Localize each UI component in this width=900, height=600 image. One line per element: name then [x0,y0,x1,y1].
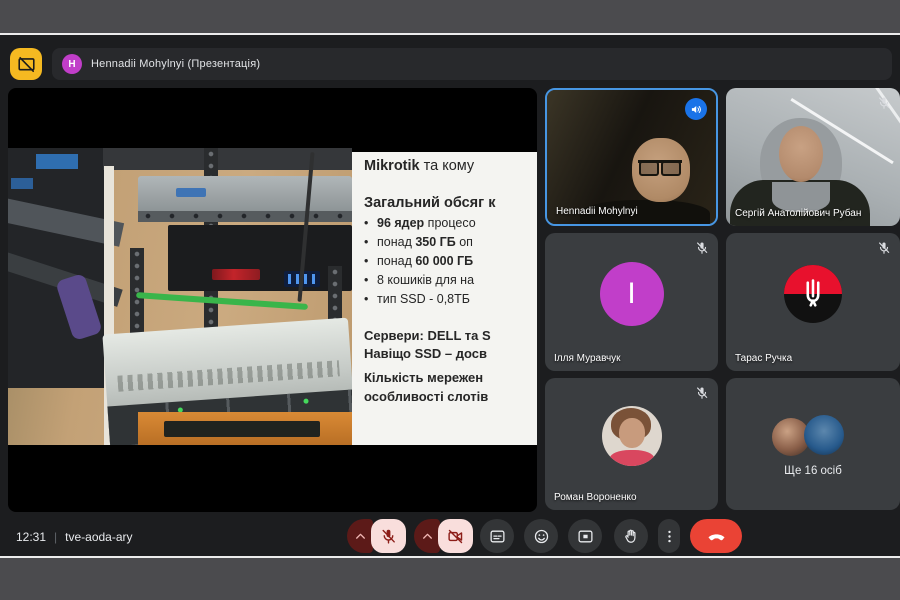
mic-options-button[interactable] [347,519,373,553]
rack-dark-equipment [8,148,125,388]
slide-bullet: • понад 350 ГБ оп [364,235,473,249]
avatar [601,406,662,467]
reactions-icon [534,529,548,543]
mic-off-icon [697,386,708,399]
presentation-paused-icon [17,56,35,72]
raise-hand-button[interactable] [614,519,648,553]
more-options-icon [667,530,671,542]
avatar-letter: I [627,276,636,310]
webcam-video [726,88,900,226]
slide-content: Mikrotik та кому Загальний обсяг к • 96 я… [352,152,537,445]
meet-app: H Hennadii Mohylnyi (Презентація) Mikrot… [0,0,900,600]
participant-name: Роман Вороненко [554,492,637,503]
avatar [804,414,844,455]
slide-footer-line: особливості слотів [364,389,489,404]
chevron-up-icon [422,533,432,539]
speaker-on-icon [690,104,701,114]
dell-server [138,176,352,222]
slide-bullet: • тип SSD - 0,8ТБ [364,292,470,306]
present-screen-button[interactable] [568,519,602,553]
raise-hand-icon [624,529,636,543]
overflow-participants-tile[interactable]: Ще 16 осіб [726,378,900,510]
slide-bullet: • понад 60 000 ГБ [364,254,474,268]
mic-mute-button[interactable] [371,519,406,553]
mic-off-icon [879,241,890,254]
participant-tile[interactable]: I Ілля Муравчук [545,233,718,371]
meeting-code: tve-aoda-ary [65,530,133,544]
captions-icon [489,530,505,542]
reactions-button[interactable] [524,519,558,553]
presenter-banner: H Hennadii Mohylnyi (Презентація) [52,48,892,80]
mic-off-icon [382,528,395,544]
end-call-button[interactable] [690,519,742,553]
green-cable [136,292,308,310]
window-bottom-edge [0,556,900,558]
avatar [784,264,842,323]
orange-stand [138,412,352,445]
meet-window: H Hennadii Mohylnyi (Презентація) Mikrot… [0,35,900,556]
time-and-code: 12:31 | tve-aoda-ary [16,530,133,544]
slide-footer-line: Кількість мережен [364,370,484,385]
more-options-button[interactable] [658,519,680,553]
camera-options-button[interactable] [414,519,440,553]
chevron-up-icon [355,533,365,539]
presenter-avatar-letter: H [68,58,76,70]
slide-bullet: • 96 ядер процесо [364,216,476,230]
end-call-icon [707,533,725,540]
slide-footer-line: Навіщо SSD – досв [364,346,487,361]
participant-tile[interactable]: Роман Вороненко [545,378,718,510]
overflow-count-label: Ще 16 осіб [784,465,842,478]
mic-off-icon [697,241,708,254]
camera-off-icon [448,529,463,543]
slide-heading: Загальний обсяг к [364,195,496,211]
divider: | [54,530,58,544]
mic-off-icon [879,96,890,109]
participant-name: Сергій Анатолійович Рубан [735,208,862,219]
presentation-paused-button[interactable] [10,48,42,80]
participant-tile[interactable]: Сергій Анатолійович Рубан [726,88,900,226]
participant-name: Ілля Муравчук [554,353,621,364]
slide-bullet: • 8 кошиків для на [364,273,475,287]
presenter-avatar: H [62,54,82,74]
shared-screen-stage[interactable]: Mikrotik та кому Загальний обсяг к • 96 я… [8,88,537,512]
camera-off-button[interactable] [438,519,473,553]
avatar: I [599,261,664,326]
ups-unit [168,225,352,291]
participant-tile[interactable]: Тарас Ручка [726,233,900,371]
trident-icon [806,278,820,307]
participant-tile-active-speaker[interactable]: Hennadii Mohylnyi [545,88,718,226]
speaker-on-badge [685,98,707,120]
participant-name: Тарас Ручка [735,353,793,364]
present-screen-icon [577,530,593,542]
clock-time: 12:31 [16,530,47,544]
slide-footer-line: Сервери: DELL та S [364,328,491,343]
presenter-label: Hennadii Mohylnyi (Презентація) [91,58,261,70]
participant-name: Hennadii Mohylnyi [556,206,638,217]
server-rack-photo [8,148,352,445]
captions-button[interactable] [480,519,514,553]
